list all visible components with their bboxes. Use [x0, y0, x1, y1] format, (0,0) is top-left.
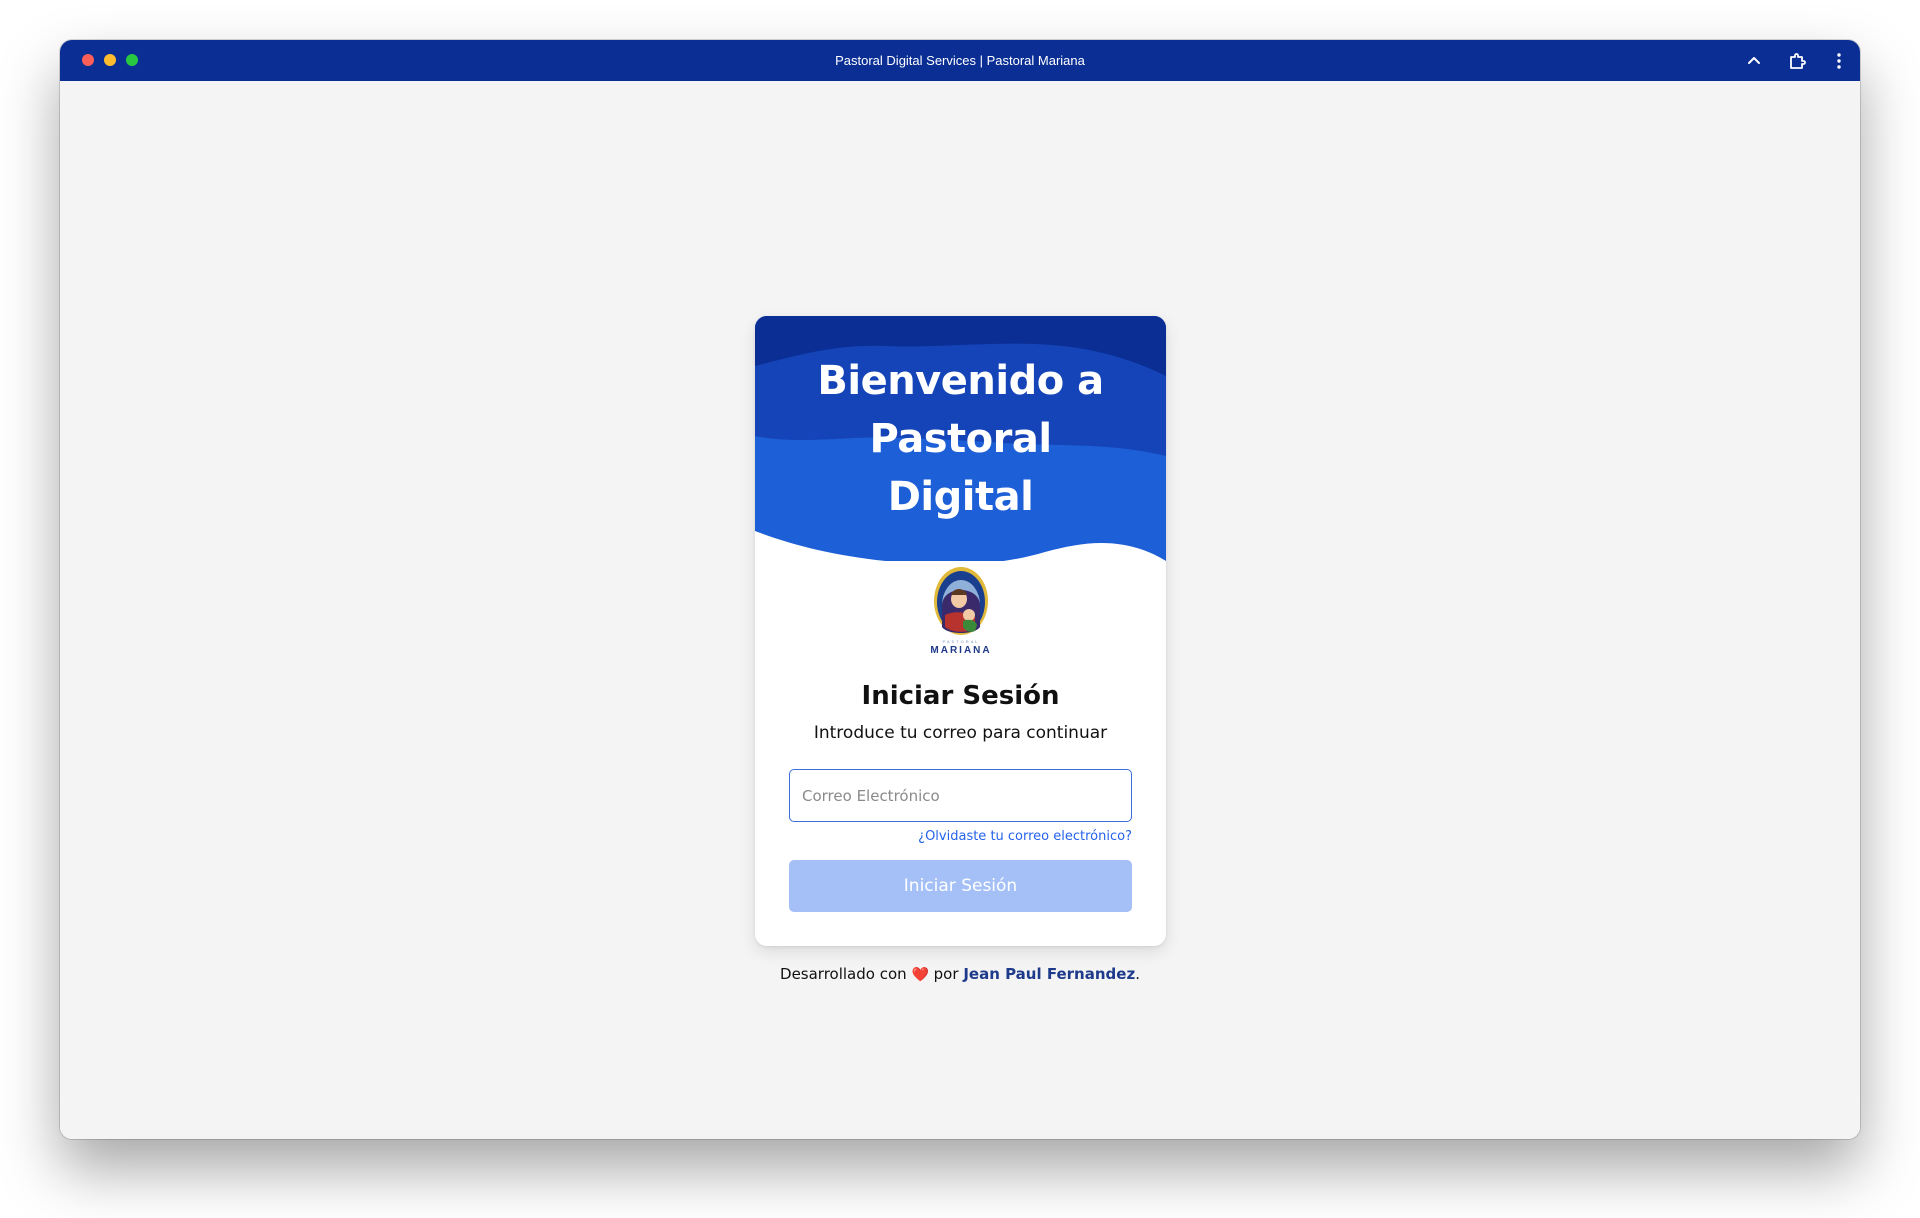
- welcome-title: Bienvenido a Pastoral Digital: [817, 358, 1104, 520]
- heart-icon: ❤️: [911, 967, 929, 983]
- title-bar: Pastoral Digital Services | Pastoral Mar…: [60, 40, 1860, 81]
- extension-puzzle-icon[interactable]: [1785, 49, 1809, 73]
- footer-credit: Desarrollado con ❤️ por Jean Paul Fernan…: [60, 965, 1860, 983]
- login-card: Bienvenido a Pastoral Digital PASTORAL M…: [755, 316, 1166, 946]
- forgot-email-link[interactable]: ¿Olvidaste tu correo electrónico?: [918, 829, 1132, 844]
- virgin-mary-image: [934, 567, 988, 635]
- login-subtitle: Introduce tu correo para continuar: [813, 723, 1108, 743]
- browser-window: Pastoral Digital Services | Pastoral Mar…: [60, 40, 1860, 1139]
- logo-subname: PASTORAL: [942, 639, 980, 644]
- login-button[interactable]: Iniciar Sesión: [789, 860, 1132, 912]
- footer-suffix: .: [1135, 965, 1140, 983]
- page-content: Bienvenido a Pastoral Digital PASTORAL M…: [60, 81, 1860, 1139]
- mariana-logo: PASTORAL MARIANA: [925, 565, 997, 659]
- email-field[interactable]: [789, 769, 1132, 822]
- hero-banner: Bienvenido a Pastoral Digital: [755, 316, 1166, 561]
- window-title: Pastoral Digital Services | Pastoral Mar…: [835, 53, 1085, 68]
- footer-middle: por: [933, 965, 959, 983]
- author-link[interactable]: Jean Paul Fernandez: [963, 965, 1135, 983]
- chevron-up-icon[interactable]: [1742, 49, 1766, 73]
- footer-prefix: Desarrollado con: [780, 965, 907, 983]
- logo-name: MARIANA: [930, 645, 992, 656]
- more-vertical-icon[interactable]: [1827, 49, 1851, 73]
- login-title: Iniciar Sesión: [861, 681, 1060, 711]
